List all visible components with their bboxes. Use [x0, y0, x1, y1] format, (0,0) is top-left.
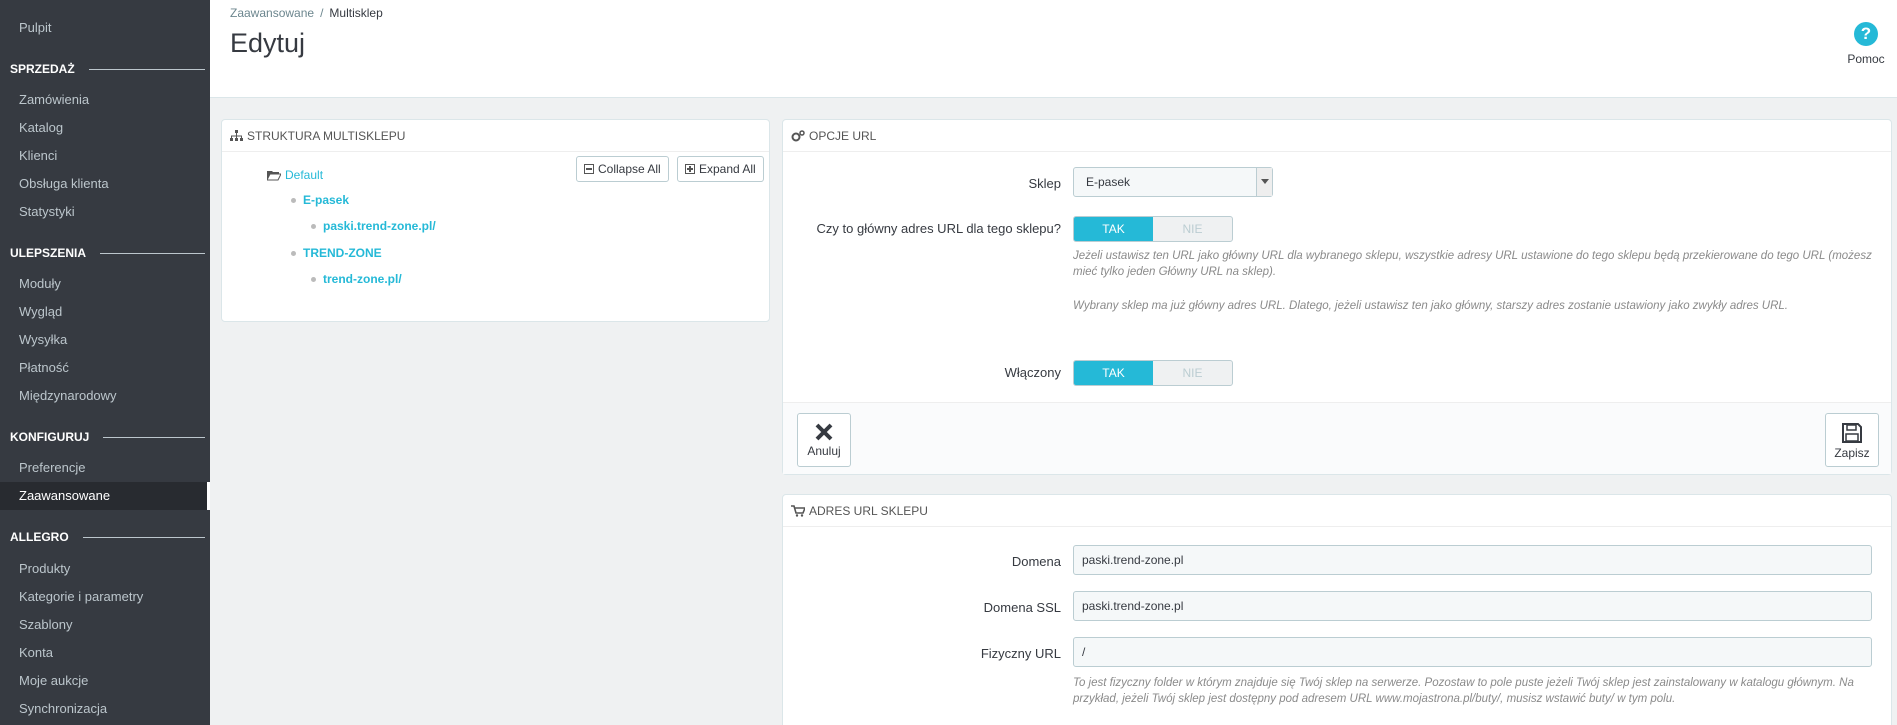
sidebar-section-sprzedaz: SPRZEDAŻ — [10, 62, 205, 76]
tree-url-e-pasek[interactable]: paski.trend-zone.pl/ — [323, 219, 436, 233]
divider — [103, 436, 205, 438]
main-url-toggle[interactable]: TAK NIE — [1073, 216, 1233, 242]
divider — [100, 252, 205, 254]
shop-label: Sklep — [1028, 176, 1061, 191]
shop-select-value: E-pasek — [1086, 175, 1131, 189]
tree-bullet — [311, 224, 316, 229]
enabled-toggle[interactable]: TAK NIE — [1073, 360, 1233, 386]
cogs-icon — [791, 129, 805, 141]
page-title: Edytuj — [230, 28, 306, 58]
multistore-tree-panel: STRUKTURA MULTISKLEPU Collapse All Expan… — [221, 119, 770, 322]
close-icon — [815, 423, 833, 441]
tree-bullet — [291, 198, 296, 203]
main-url-help: Jeżeli ustawisz ten URL jako główny URL … — [1073, 250, 1872, 278]
cancel-button[interactable]: Anuluj — [797, 413, 851, 467]
sidebar-item-wyglad[interactable]: Wygląd — [19, 304, 62, 319]
divider — [88, 68, 205, 70]
sidebar-section-ulepszenia: ULEPSZENIA — [10, 246, 205, 260]
sidebar-item-platnosc[interactable]: Płatność — [19, 360, 69, 375]
shop-select[interactable]: E-pasek — [1073, 167, 1273, 197]
sitemap-icon — [230, 129, 243, 141]
url-options-panel: OPCJE URL Sklep E-pasek Czy to główny ad… — [782, 119, 1892, 475]
sidebar-item-statystyki[interactable]: Statystyki — [19, 204, 75, 219]
floppy-disk-icon — [1842, 423, 1862, 443]
collapse-all-label: Collapse All — [598, 162, 661, 176]
sidebar-item-zamowienia[interactable]: Zamówienia — [19, 92, 89, 107]
panel-heading: STRUKTURA MULTISKLEPU — [222, 120, 769, 152]
collapse-icon — [584, 164, 594, 174]
physical-url-help: To jest fizyczny folder w którym znajduj… — [1073, 677, 1854, 705]
breadcrumb: Zaawansowane / Multisklep — [230, 6, 383, 20]
panel-title: ADRES URL SKLEPU — [809, 503, 928, 518]
tree-url-trend-zone[interactable]: trend-zone.pl/ — [323, 272, 402, 286]
shopping-cart-icon — [791, 504, 805, 517]
breadcrumb-item-current: Multisklep — [329, 6, 383, 20]
page-header: Zaawansowane / Multisklep Edytuj ? Pomoc — [210, 0, 1897, 98]
sidebar-item-obsluga-klienta[interactable]: Obsługa klienta — [19, 176, 109, 191]
enabled-label: Włączony — [1004, 365, 1061, 380]
sidebar-section-label: ULEPSZENIA — [10, 246, 87, 260]
sidebar-item-miedzynarodowy[interactable]: Międzynarodowy — [19, 388, 117, 403]
expand-all-button[interactable]: Expand All — [677, 156, 764, 182]
main-url-label: Czy to główny adres URL dla tego sklepu? — [816, 221, 1061, 236]
sidebar-item-moduly[interactable]: Moduły — [19, 276, 61, 291]
question-icon: ? — [1854, 22, 1878, 46]
domain-ssl-label: Domena SSL — [983, 600, 1061, 615]
main-url-yes[interactable]: TAK — [1074, 217, 1153, 241]
sidebar-item-szablony[interactable]: Szablony — [19, 617, 72, 632]
sidebar-item-moje-aukcje[interactable]: Moje aukcje — [19, 673, 88, 688]
tree-root-default[interactable]: Default — [285, 168, 323, 182]
panel-title: OPCJE URL — [809, 128, 877, 143]
tree-shop-e-pasek[interactable]: E-pasek — [303, 193, 349, 207]
divider — [82, 536, 205, 538]
sidebar-item-katalog[interactable]: Katalog — [19, 120, 63, 135]
cancel-label: Anuluj — [807, 444, 841, 458]
sidebar-section-konfiguruj: KONFIGURUJ — [10, 430, 205, 444]
help-label: Pomoc — [1847, 52, 1885, 66]
collapse-all-button[interactable]: Collapse All — [576, 156, 669, 182]
enabled-no[interactable]: NIE — [1153, 361, 1232, 385]
sidebar: Pulpit SPRZEDAŻ Zamówienia Katalog Klien… — [0, 0, 210, 725]
panel-heading: ADRES URL SKLEPU — [783, 495, 1891, 527]
expand-icon — [685, 164, 695, 174]
expand-all-label: Expand All — [699, 162, 756, 176]
sidebar-section-label: SPRZEDAŻ — [10, 62, 75, 76]
tree-bullet — [291, 251, 296, 256]
folder-open-icon — [267, 171, 281, 181]
sidebar-item-preferencje[interactable]: Preferencje — [19, 460, 85, 475]
main-url-no[interactable]: NIE — [1153, 217, 1232, 241]
domain-ssl-input[interactable]: paski.trend-zone.pl — [1073, 591, 1872, 621]
sidebar-item-konta[interactable]: Konta — [19, 645, 53, 660]
save-label: Zapisz — [1834, 446, 1870, 460]
sidebar-item-zaawansowane[interactable]: Zaawansowane — [19, 488, 110, 503]
tree-bullet — [311, 277, 316, 282]
main-url-warning: Wybrany sklep ma już główny adres URL. D… — [1073, 300, 1788, 312]
breadcrumb-item-zaawansowane[interactable]: Zaawansowane — [230, 6, 314, 20]
sidebar-item-klienci[interactable]: Klienci — [19, 148, 57, 163]
sidebar-item-kategorie[interactable]: Kategorie i parametry — [19, 589, 143, 604]
physical-url-label: Fizyczny URL — [980, 646, 1061, 661]
domain-input[interactable]: paski.trend-zone.pl — [1073, 545, 1872, 575]
sidebar-item-synchronizacja[interactable]: Synchronizacja — [19, 701, 107, 716]
sidebar-section-allegro: ALLEGRO — [10, 530, 205, 544]
chevron-down-icon — [1256, 168, 1272, 196]
panel-footer: Anuluj Zapisz — [783, 402, 1891, 474]
tree-shop-trend-zone[interactable]: TREND-ZONE — [303, 246, 382, 260]
panel-heading: OPCJE URL — [783, 120, 1891, 152]
help-button[interactable]: ? Pomoc — [1841, 22, 1891, 66]
shop-url-panel: ADRES URL SKLEPU Domena paski.trend-zone… — [782, 494, 1892, 725]
sidebar-item-pulpit[interactable]: Pulpit — [19, 20, 52, 35]
panel-title: STRUKTURA MULTISKLEPU — [247, 128, 406, 143]
sidebar-section-label: KONFIGURUJ — [10, 430, 90, 444]
domain-label: Domena — [1011, 554, 1061, 569]
save-button[interactable]: Zapisz — [1825, 413, 1879, 467]
sidebar-item-produkty[interactable]: Produkty — [19, 561, 70, 576]
sidebar-section-label: ALLEGRO — [10, 530, 69, 544]
sidebar-item-wysylka[interactable]: Wysyłka — [19, 332, 67, 347]
physical-url-input[interactable]: / — [1073, 637, 1872, 667]
enabled-yes[interactable]: TAK — [1074, 361, 1153, 385]
